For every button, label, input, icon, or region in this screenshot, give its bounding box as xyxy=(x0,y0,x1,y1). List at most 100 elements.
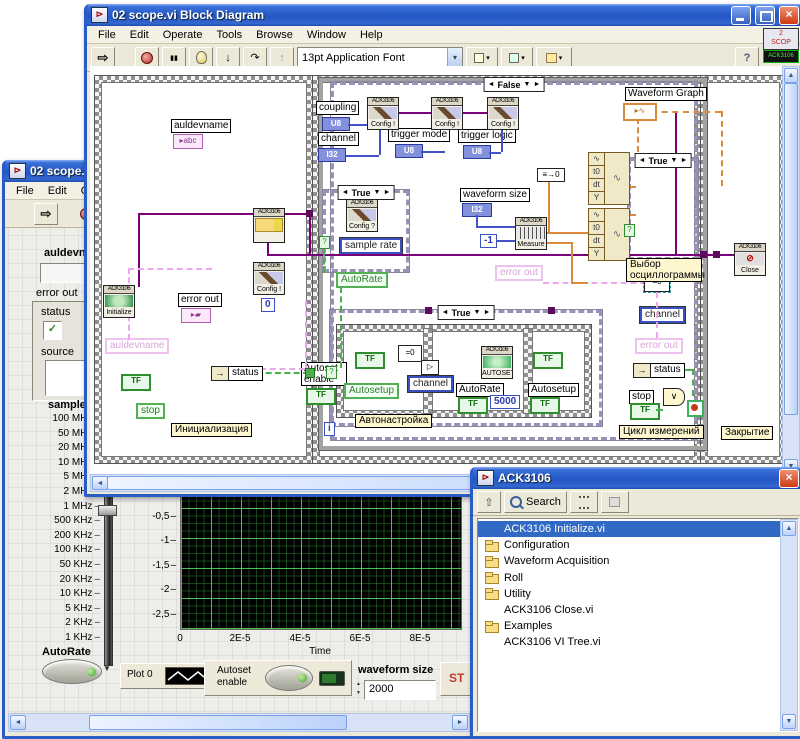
auldevname-local-variable[interactable]: auldevname xyxy=(105,338,169,354)
close-button[interactable]: × xyxy=(779,469,799,488)
scroll-up-icon[interactable]: ▲ xyxy=(782,521,796,536)
channel-terminal[interactable]: I32 xyxy=(318,148,346,162)
menu-item[interactable]: Browse xyxy=(249,28,300,42)
spin-down-icon[interactable]: ▼ xyxy=(354,689,363,698)
case-prev-icon[interactable]: ◄ xyxy=(488,81,495,88)
case-structure-graph-select[interactable]: ◄True ▼► xyxy=(628,158,698,260)
ack3106-config-node-3[interactable]: ACK3106 Config ! xyxy=(487,97,519,130)
spin-up-icon[interactable]: ▲ xyxy=(354,680,363,689)
block-diagram-titlebar[interactable]: ⊳ 02 scope.vi Block Diagram × xyxy=(87,4,800,26)
autosetup-tf-terminal[interactable]: TF xyxy=(355,352,385,369)
waveform-graph-terminal[interactable]: ▸∿ xyxy=(623,103,657,121)
or-node[interactable]: ∨ xyxy=(663,388,685,406)
minimize-button[interactable] xyxy=(731,6,751,25)
autorate-local-variable[interactable]: AutoRate xyxy=(336,272,388,288)
palette-vscrollbar[interactable]: ▲ ▼ xyxy=(780,519,798,731)
autoset-enable-toggle[interactable] xyxy=(265,665,313,691)
ack3106-close-node[interactable]: ACK3106⊘ Close xyxy=(734,243,766,276)
maximize-button[interactable] xyxy=(755,6,775,25)
palette-item[interactable]: ACK3106 Initialize.vi xyxy=(478,521,782,537)
waveform-size-spinner[interactable]: ▲ ▼ xyxy=(354,680,363,698)
close-button[interactable]: × xyxy=(779,6,799,25)
loop-condition-terminal[interactable] xyxy=(687,400,704,417)
sample-rate-indicator[interactable]: sample rate xyxy=(340,238,402,254)
scroll-thumb[interactable] xyxy=(89,715,347,730)
pin-button[interactable] xyxy=(601,491,629,513)
case-selector-terminal[interactable]: ? xyxy=(326,366,337,379)
autorate-terminal[interactable]: TF xyxy=(458,397,488,414)
scroll-down-icon[interactable]: ▼ xyxy=(782,714,796,729)
error-out-local-variable[interactable]: error out xyxy=(495,265,543,281)
front-panel-hscrollbar[interactable]: ◄ ► xyxy=(8,713,470,732)
palette-item[interactable]: Roll xyxy=(478,570,782,586)
stop-terminal[interactable]: TF xyxy=(630,403,660,420)
case-selector-true[interactable]: ◄True ▼► xyxy=(438,305,495,320)
channel-local[interactable]: channel xyxy=(408,376,453,392)
ack3106-measure-node[interactable]: ACK3106 Measure xyxy=(515,217,547,250)
menu-item[interactable]: Edit xyxy=(123,28,156,42)
palette-titlebar[interactable]: ⊳ ACK3106 × xyxy=(473,467,800,489)
case-selector-true[interactable]: ◄True ▼► xyxy=(635,153,692,168)
zero-constant[interactable]: 0 xyxy=(261,298,275,312)
error-out-local-2[interactable]: error out xyxy=(635,338,683,354)
case-selector-true[interactable]: ◄True ▼► xyxy=(338,185,395,200)
case-next-icon[interactable]: ► xyxy=(533,81,540,88)
ack3106-autoset-node[interactable]: ACK3106 AUTOSET xyxy=(481,346,513,379)
autosetup-local[interactable]: Autosetup xyxy=(344,383,399,399)
equal-zero-node[interactable]: =0 xyxy=(398,345,422,362)
auldevname-string-terminal[interactable]: ▸abc xyxy=(173,134,203,149)
palette-item[interactable]: Waveform Acquisition xyxy=(478,553,782,569)
palette-item[interactable]: Examples xyxy=(478,618,782,634)
palette-item[interactable]: Utility xyxy=(478,586,782,602)
vi-icon[interactable]: 2SCOP ACK3106 xyxy=(763,28,799,66)
error-out-terminal[interactable]: ▸▰ xyxy=(181,308,211,323)
scroll-right-icon[interactable]: ► xyxy=(452,715,468,730)
slider-bottom-arrow-icon[interactable]: ▼ xyxy=(103,664,111,673)
run-button[interactable]: ⇨ xyxy=(34,203,58,225)
coupling-terminal[interactable]: U8 xyxy=(322,117,350,131)
ack3106-config-node-1[interactable]: ACK3106 Config ! xyxy=(367,97,399,130)
ack3106-config-node-0[interactable]: ACK3106 Config ! xyxy=(253,262,285,295)
slider-handle[interactable] xyxy=(98,505,117,516)
waveform-size-field[interactable]: 2000 xyxy=(364,680,436,700)
view-options-button[interactable] xyxy=(570,491,598,513)
channel-indicator[interactable]: channel xyxy=(640,307,685,323)
menu-item[interactable]: Tools xyxy=(209,28,249,42)
autosetup-indicator-2[interactable]: TF xyxy=(530,397,560,414)
waveform-graph-plot-area[interactable] xyxy=(180,492,462,630)
not-node[interactable]: ▷ xyxy=(421,360,439,375)
autosetup-tf-terminal-2[interactable]: TF xyxy=(533,352,563,369)
ack3106-config-q-node[interactable]: ACK3106 Config ? xyxy=(346,199,378,232)
build-array-node[interactable]: ≡→0 xyxy=(537,168,565,182)
trigger-logic-terminal[interactable]: U8 xyxy=(463,145,491,159)
autoset-enable-terminal[interactable]: TF xyxy=(306,388,336,405)
plot-legend[interactable]: Plot 0 xyxy=(120,663,212,689)
case-selector-false[interactable]: ◄ False ▼ ► xyxy=(484,77,545,92)
five-thousand-constant[interactable]: 5000 xyxy=(490,395,520,409)
stop-local-variable[interactable]: stop xyxy=(136,403,165,419)
palette-item[interactable]: ACK3106 VI Tree.vi xyxy=(478,634,782,650)
menu-item[interactable]: File xyxy=(91,28,123,42)
menu-item[interactable]: Edit xyxy=(41,184,74,198)
up-level-button[interactable]: ⇧ xyxy=(477,491,501,513)
loop-iteration-terminal[interactable]: i xyxy=(324,422,335,436)
ack3106-initialize-node[interactable]: ACK3106 Initialize xyxy=(103,285,135,318)
palette-item[interactable]: Configuration xyxy=(478,537,782,553)
scroll-up-icon[interactable]: ▲ xyxy=(784,68,798,83)
menu-item[interactable]: File xyxy=(9,184,41,198)
ack3106-config-node-2[interactable]: ACK3106 Config ! xyxy=(431,97,463,130)
block-diagram-vscrollbar[interactable]: ▲ ▼ xyxy=(782,66,800,476)
unbundle-status-2[interactable]: → status xyxy=(633,363,685,378)
ack3106-open-node[interactable]: ACK3106 xyxy=(253,208,285,243)
menu-item[interactable]: Help xyxy=(353,28,390,42)
case-selector-terminal[interactable]: ? xyxy=(624,224,635,237)
autorate-toggle[interactable] xyxy=(42,659,102,684)
palette-item[interactable]: ACK3106 Close.vi xyxy=(478,602,782,618)
scroll-left-icon[interactable]: ◄ xyxy=(92,476,108,490)
unbundle-status[interactable]: → status xyxy=(211,366,263,381)
menu-item[interactable]: Operate xyxy=(156,28,210,42)
search-button[interactable]: Search xyxy=(504,491,567,513)
font-selector[interactable]: 13pt Application Font ▾ xyxy=(297,47,463,68)
status-checkbox[interactable]: ✓ xyxy=(43,321,62,340)
case-selector-terminal[interactable]: ? xyxy=(319,236,330,249)
